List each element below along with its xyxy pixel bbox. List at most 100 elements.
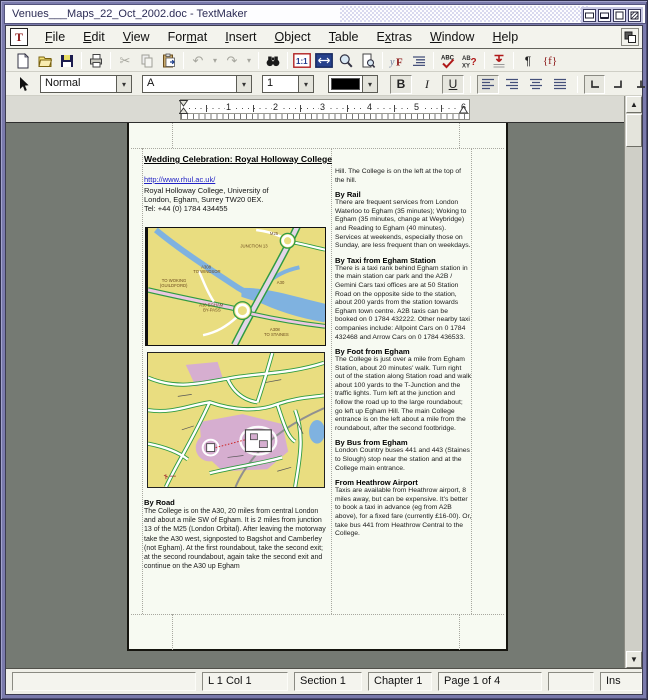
page-right-margin-guide [459,123,460,148]
window-maximize-icon[interactable] [613,9,626,22]
menu-item-format[interactable]: Format [159,27,217,48]
svg-text:1:1: 1:1 [296,57,308,66]
bottom-margin-guide [131,614,504,615]
ruler-row: 123456 [6,96,624,123]
align-left-button[interactable] [477,75,499,94]
justify-icon [553,78,567,90]
paragraph-style-combo[interactable]: Normal ▾ [40,75,132,93]
window-controls [581,7,643,23]
website-link[interactable]: http://www.rhul.ac.uk/ [144,175,326,184]
textmaker-window: Venues___Maps_22_Oct_2002.doc - TextMake… [0,0,648,700]
character-format-icon[interactable]: yF [386,51,408,71]
cut-icon[interactable]: ✂ [114,51,136,71]
window-title: Venues___Maps_22_Oct_2002.doc - TextMake… [12,8,247,20]
align-center-button[interactable] [525,75,547,94]
ruler-number: 2 [272,102,279,112]
find-icon[interactable] [262,51,284,71]
address-line: Tel: +44 (0) 1784 434455 [144,204,326,213]
frame-left-guide [142,148,143,614]
center-tab-button[interactable] [630,75,648,94]
menu-item-file[interactable]: File [36,27,74,48]
copy-icon[interactable] [136,51,158,71]
scrollbar-thumb[interactable] [626,114,642,147]
translate-icon[interactable]: ABXY? [459,51,481,71]
section-heading: By Taxi from Egham Station [335,256,472,265]
redo-dropdown-icon[interactable]: ▾ [243,51,255,71]
status-empty [12,672,196,691]
print-icon[interactable] [85,51,107,71]
font-combo[interactable]: A ▾ [142,75,252,93]
left-tab-button[interactable] [584,75,605,94]
italic-button[interactable]: I [416,75,438,94]
paragraph-style-value: Normal [41,76,116,92]
zoom-icon[interactable] [335,51,357,71]
address-line: Royal Holloway College, University of [144,186,326,195]
menu-item-object[interactable]: Object [265,27,319,48]
font-size-combo[interactable]: 1 ▾ [262,75,314,93]
right-tab-button[interactable] [607,75,628,94]
status-chapter-1: Chapter 1 [368,672,432,691]
page[interactable]: Wedding Celebration: Royal Holloway Coll… [127,123,508,651]
menu-item-extras[interactable]: Extras [368,27,421,48]
formatting-marks-icon[interactable]: ¶ [517,51,539,71]
scroll-up-icon[interactable]: ▲ [626,96,642,113]
title-bar[interactable]: Venues___Maps_22_Oct_2002.doc - TextMake… [4,4,646,24]
indent-marker-icon[interactable] [179,100,189,115]
horizontal-ruler[interactable]: 123456 [180,99,470,120]
svg-text:F: F [396,56,403,68]
restore-document-window-button[interactable] [621,28,639,46]
align-right-button[interactable] [501,75,523,94]
new-document-icon[interactable] [12,51,34,71]
undo-dropdown-icon[interactable]: ▾ [209,51,221,71]
menu-item-insert[interactable]: Insert [216,27,265,48]
document-system-button[interactable]: T [10,28,28,46]
undo-icon[interactable]: ↶ [187,51,209,71]
chevron-down-icon[interactable]: ▾ [362,76,377,92]
section-heading: By Foot from Egham [335,347,472,356]
menu-item-table[interactable]: Table [320,27,368,48]
chevron-down-icon[interactable]: ▾ [116,76,131,92]
menu-item-view[interactable]: View [114,27,159,48]
paste-icon[interactable] [158,51,180,71]
map-label: TO STAINES [264,332,289,337]
document-area[interactable]: Wedding Celebration: Royal Holloway Coll… [6,123,624,668]
window-close-icon[interactable] [628,9,641,22]
chevron-down-icon[interactable]: ▾ [236,76,251,92]
save-icon[interactable] [56,51,78,71]
by-road-section: By Road The College is on the A30, 20 mi… [144,498,327,571]
menu-item-help[interactable]: Help [483,27,527,48]
page-left-margin-guide [172,123,173,148]
ruler-number: 3 [319,102,326,112]
open-icon[interactable] [34,51,56,71]
right-indent-marker-icon[interactable] [459,105,469,114]
spell-check-icon[interactable]: ABC [437,51,459,71]
section-body: Hill. The College is on the left at the … [335,168,472,185]
underline-button[interactable]: U [442,75,464,94]
menu-item-window[interactable]: Window [421,27,483,48]
fit-to-width-icon[interactable] [313,51,335,71]
scroll-down-icon[interactable]: ▼ [626,651,642,668]
map-m25-junction: M25JUNCTION 13A308TO WINDSORTO WOKING(GU… [145,227,326,346]
window-maximize-wide-icon[interactable] [583,9,596,22]
right-tab-icon [611,78,625,90]
titlebar-texture [340,6,588,22]
map-label: BY-PASS [203,308,221,313]
justify-button[interactable] [549,75,571,94]
status-fields: L 1 Col 1Section 1Chapter 1Page 1 of 4In… [12,672,642,691]
status-page-1-of-4: Page 1 of 4 [438,672,542,691]
insert-field-icon[interactable]: {f} [539,51,561,71]
window-shade-icon[interactable] [598,9,611,22]
map-label: TO WINDSOR [193,269,220,274]
paragraph-format-icon[interactable] [408,51,430,71]
redo-icon[interactable]: ↷ [221,51,243,71]
menu-item-edit[interactable]: Edit [74,27,114,48]
font-color-combo[interactable]: ▾ [328,75,378,93]
chevron-down-icon[interactable]: ▾ [298,76,313,92]
vertical-scrollbar[interactable]: ▲ ▼ [624,96,642,668]
print-preview-icon[interactable] [357,51,379,71]
ruler-number: 5 [413,102,420,112]
zoom-actual-size-icon[interactable]: 1:1 [291,51,313,71]
hyphenation-icon[interactable] [488,51,510,71]
pointer-tool-icon[interactable] [12,74,34,94]
bold-button[interactable]: B [390,75,412,94]
